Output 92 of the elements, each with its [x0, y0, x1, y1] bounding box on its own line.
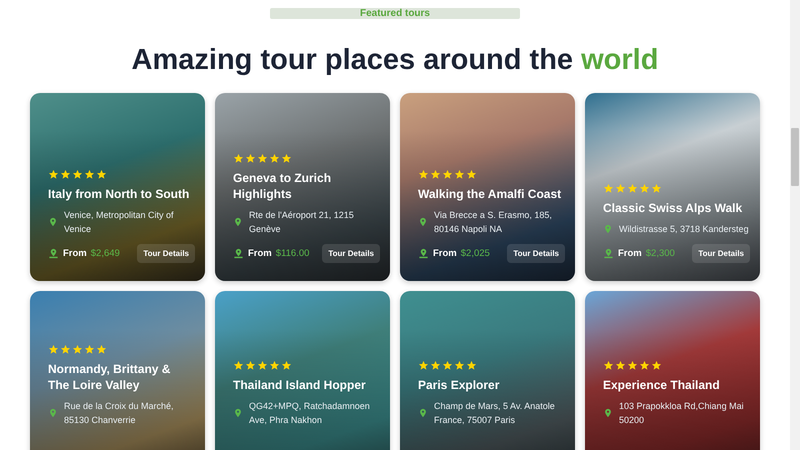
tour-title[interactable]: Geneva to Zurich Highlights [233, 170, 380, 202]
location-marker-icon [233, 248, 244, 259]
star-icon [48, 344, 59, 355]
star-icon [96, 169, 107, 180]
tour-details-button[interactable]: Tour Details [692, 244, 750, 263]
tour-title[interactable]: Walking the Amalfi Coast [418, 186, 565, 202]
star-icon [454, 169, 465, 180]
location-marker-icon [603, 248, 614, 259]
location-pin-icon [603, 408, 613, 418]
tour-card[interactable]: Walking the Amalfi Coast Via Brecce a S. Erasmo, 185, 80146 Napoli NA From $2,025 Tour Details [400, 93, 575, 281]
tour-title[interactable]: Normandy, Brittany & The Loire Valley [48, 361, 195, 393]
star-icon [418, 169, 429, 180]
price-label: From [618, 248, 642, 259]
tour-address: QG42+MPQ, Ratchadamnoen Ave, Phra Nakhon [249, 400, 371, 427]
tour-price: $116.00 [276, 248, 310, 259]
star-icon [627, 360, 638, 371]
star-icon [466, 169, 477, 180]
tour-price: $2,649 [90, 248, 120, 259]
star-icon [603, 183, 614, 194]
tour-title[interactable]: Paris Explorer [418, 377, 565, 393]
star-icon [454, 360, 465, 371]
star-icon [442, 360, 453, 371]
star-icon [233, 360, 244, 371]
star-icon [84, 344, 95, 355]
tour-details-button[interactable]: Tour Details [322, 244, 380, 263]
tour-title[interactable]: Classic Swiss Alps Walk [603, 200, 750, 216]
price-label: From [63, 248, 87, 259]
star-icon [48, 169, 59, 180]
star-icon [615, 183, 626, 194]
section-heading: Amazing tour places around the world [132, 43, 658, 78]
tour-card[interactable]: Italy from North to South Venice, Metropolitan City of Venice From $2,649 Tour Details [30, 93, 205, 281]
location-pin-icon [603, 224, 613, 234]
star-icon [269, 360, 280, 371]
star-icon [651, 183, 662, 194]
location-pin-icon [418, 408, 428, 418]
tour-details-button[interactable]: Tour Details [137, 244, 195, 263]
star-icon [60, 169, 71, 180]
location-pin-icon [48, 408, 58, 418]
tour-address: Champ de Mars, 5 Av. Anatole France, 75007 Paris [434, 400, 556, 427]
star-icon [430, 169, 441, 180]
tour-title[interactable]: Experience Thailand [603, 377, 750, 393]
star-icon [269, 153, 280, 164]
star-icon [418, 360, 429, 371]
section-badge: Featured tours [270, 8, 520, 19]
location-marker-icon [48, 248, 59, 259]
tour-price: $2,300 [646, 248, 675, 259]
star-icon [466, 360, 477, 371]
star-icon [430, 360, 441, 371]
star-icon [615, 360, 626, 371]
location-pin-icon [418, 217, 428, 227]
tour-address: 103 Prapokkloa Rd,Chiang Mai 50200 [619, 400, 745, 427]
tour-address: Rte de l'Aéroport 21, 1215 Genève [249, 209, 355, 236]
star-icon [281, 153, 292, 164]
star-icon [639, 183, 650, 194]
tour-card[interactable]: Classic Swiss Alps Walk Wildistrasse 5, 3718 Kandersteg From $2,300 Tour Details [585, 93, 760, 281]
location-pin-icon [233, 408, 243, 418]
tour-address: Wildistrasse 5, 3718 Kandersteg [619, 223, 749, 236]
star-icon [72, 169, 83, 180]
tour-card[interactable]: Experience Thailand 103 Prapokkloa Rd,Chiang Mai 50200 [585, 291, 760, 450]
star-icon [281, 360, 292, 371]
star-icon [257, 360, 268, 371]
star-icon [84, 169, 95, 180]
tour-card[interactable]: Geneva to Zurich Highlights Rte de l'Aéroport 21, 1215 Genève From $116.00 Tour Details [215, 93, 390, 281]
scrollbar-thumb[interactable] [791, 128, 799, 186]
location-pin-icon [48, 217, 58, 227]
tour-details-button[interactable]: Tour Details [507, 244, 565, 263]
tour-card[interactable]: Paris Explorer Champ de Mars, 5 Av. Anatole France, 75007 Paris [400, 291, 575, 450]
star-icon [233, 153, 244, 164]
tour-address: Rue de la Croix du Marché, 85130 Chanverrie [64, 400, 175, 427]
star-icon [257, 153, 268, 164]
tour-title[interactable]: Italy from North to South [48, 186, 195, 202]
star-icon [245, 360, 256, 371]
star-icon [639, 360, 650, 371]
star-icon [245, 153, 256, 164]
star-icon [96, 344, 107, 355]
scrollbar[interactable] [790, 0, 800, 450]
tour-address: Via Brecce a S. Erasmo, 185, 80146 Napoli NA [434, 209, 553, 236]
star-icon [651, 360, 662, 371]
tour-title[interactable]: Thailand Island Hopper [233, 377, 380, 393]
location-pin-icon [233, 217, 243, 227]
tour-card[interactable]: Normandy, Brittany & The Loire Valley Rue de la Croix du Marché, 85130 Chanverrie [30, 291, 205, 450]
star-icon [60, 344, 71, 355]
star-icon [603, 360, 614, 371]
tour-address: Venice, Metropolitan City of Venice [64, 209, 175, 236]
tour-card[interactable]: Thailand Island Hopper QG42+MPQ, Ratchadamnoen Ave, Phra Nakhon [215, 291, 390, 450]
location-marker-icon [418, 248, 429, 259]
tour-price: $2,025 [460, 248, 490, 259]
star-icon [627, 183, 638, 194]
price-label: From [433, 248, 457, 259]
price-label: From [248, 248, 272, 259]
star-icon [72, 344, 83, 355]
star-icon [442, 169, 453, 180]
